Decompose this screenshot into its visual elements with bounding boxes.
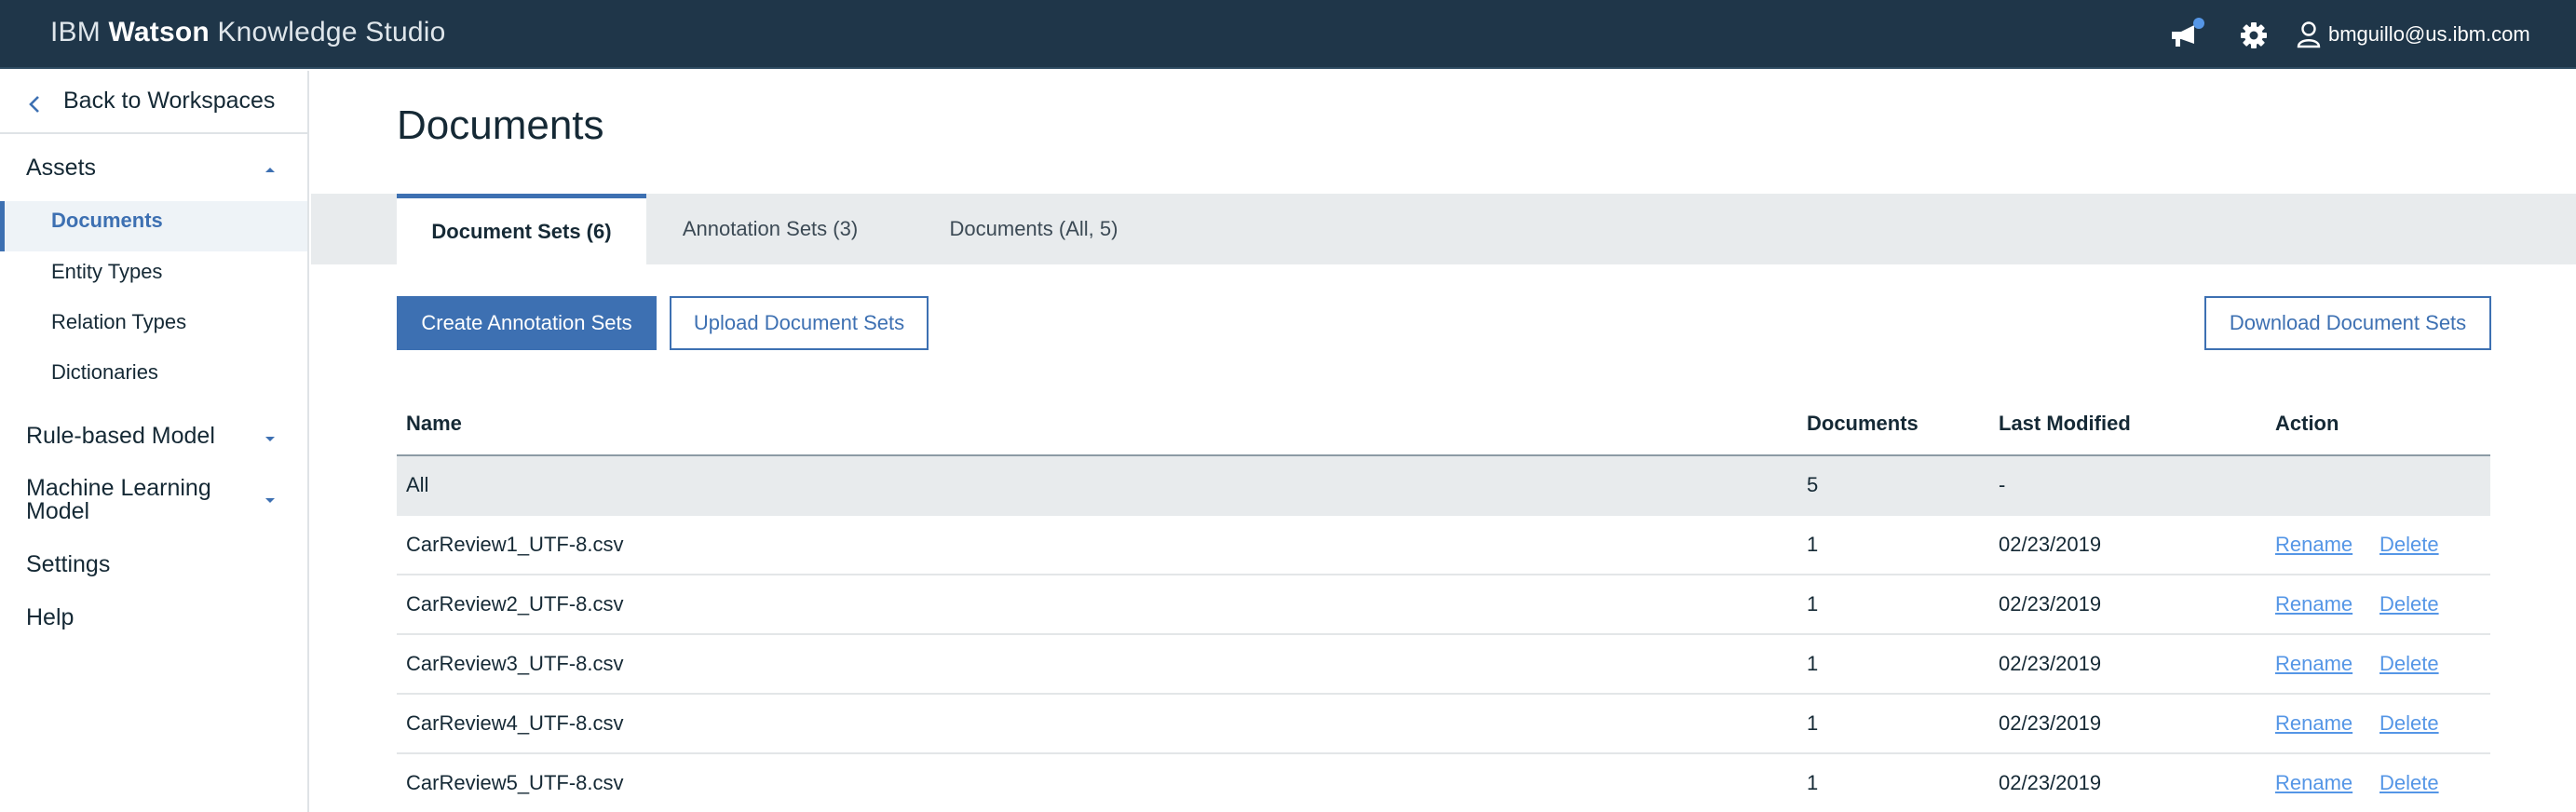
cell-documents: 1 bbox=[1807, 533, 1819, 556]
tab-document-sets[interactable]: Document Sets (6) bbox=[397, 194, 646, 264]
cell-name: CarReview1_UTF-8.csv bbox=[406, 533, 624, 556]
cell-last-modified: - bbox=[1999, 473, 2006, 496]
nav-machine-learning-model[interactable]: Machine Learning Model bbox=[26, 477, 211, 523]
column-name[interactable]: Name bbox=[406, 412, 462, 436]
notification-dot bbox=[2193, 18, 2204, 29]
rename-link[interactable]: Rename bbox=[2275, 652, 2352, 676]
table-row: CarReview2_UTF-8.csv 1 02/23/2019 Rename… bbox=[397, 575, 2490, 635]
back-label: Back to Workspaces bbox=[63, 88, 276, 114]
cell-documents: 1 bbox=[1807, 771, 1819, 794]
tab-bar: Document Sets (6) Annotation Sets (3) Do… bbox=[311, 194, 2576, 264]
page-title: Documents bbox=[397, 102, 604, 148]
sidebar-item-documents[interactable]: Documents bbox=[51, 209, 163, 233]
tab-annotation-sets[interactable]: Annotation Sets (3) bbox=[648, 194, 892, 264]
table-row: CarReview4_UTF-8.csv 1 02/23/2019 Rename… bbox=[397, 695, 2490, 754]
sidebar: Back to Workspaces Assets Documents Enti… bbox=[0, 71, 309, 812]
column-action: Action bbox=[2275, 412, 2339, 435]
create-annotation-sets-button[interactable]: Create Annotation Sets bbox=[397, 296, 657, 350]
megaphone-icon[interactable] bbox=[2168, 17, 2205, 54]
rename-link[interactable]: Rename bbox=[2275, 771, 2352, 795]
sidebar-item-relation-types[interactable]: Relation Types bbox=[51, 310, 186, 334]
delete-link[interactable]: Delete bbox=[2379, 771, 2439, 795]
back-to-workspaces-link[interactable]: Back to Workspaces bbox=[0, 71, 307, 134]
brand-bold: Watson bbox=[108, 17, 210, 47]
nav-rule-based-model[interactable]: Rule-based Model bbox=[26, 423, 215, 450]
rename-link[interactable]: Rename bbox=[2275, 533, 2352, 557]
nav-help[interactable]: Help bbox=[26, 604, 74, 631]
delete-link[interactable]: Delete bbox=[2379, 592, 2439, 616]
cell-name: CarReview2_UTF-8.csv bbox=[406, 592, 624, 616]
column-last-modified[interactable]: Last Modified bbox=[1999, 412, 2131, 436]
brand-prefix: IBM bbox=[50, 17, 101, 47]
cell-name: CarReview5_UTF-8.csv bbox=[406, 771, 624, 794]
delete-link[interactable]: Delete bbox=[2379, 711, 2439, 736]
sidebar-item-dictionaries[interactable]: Dictionaries bbox=[51, 360, 158, 385]
caret-down-icon[interactable] bbox=[264, 436, 276, 443]
cell-last-modified: 02/23/2019 bbox=[1999, 711, 2102, 735]
cell-name: CarReview3_UTF-8.csv bbox=[406, 652, 624, 675]
cell-last-modified: 02/23/2019 bbox=[1999, 652, 2102, 675]
cell-documents: 1 bbox=[1807, 592, 1819, 616]
column-documents[interactable]: Documents bbox=[1807, 412, 1918, 436]
delete-link[interactable]: Delete bbox=[2379, 652, 2439, 676]
download-document-sets-button[interactable]: Download Document Sets bbox=[2204, 296, 2491, 350]
table-header: Name Documents Last Modified Action bbox=[397, 397, 2490, 456]
cell-last-modified: 02/23/2019 bbox=[1999, 592, 2102, 616]
brand-suffix: Knowledge Studio bbox=[217, 17, 446, 47]
cell-name: All bbox=[406, 473, 429, 496]
top-header: IBM Watson Knowledge Studio bmguillo@us.… bbox=[0, 0, 2576, 69]
caret-down-icon[interactable] bbox=[264, 497, 276, 505]
user-email: bmguillo@us.ibm.com bbox=[2328, 22, 2530, 46]
user-menu[interactable]: bmguillo@us.ibm.com bbox=[2297, 19, 2530, 50]
chevron-left-icon bbox=[29, 96, 39, 113]
table-row: CarReview3_UTF-8.csv 1 02/23/2019 Rename… bbox=[397, 635, 2490, 695]
table-row-all[interactable]: All 5 - bbox=[397, 456, 2490, 516]
rename-link[interactable]: Rename bbox=[2275, 592, 2352, 616]
tab-documents-all[interactable]: Documents (All, 5) bbox=[903, 194, 1164, 264]
upload-document-sets-button[interactable]: Upload Document Sets bbox=[670, 296, 929, 350]
nav-ml-label-line2: Model bbox=[26, 498, 90, 524]
cell-last-modified: 02/23/2019 bbox=[1999, 533, 2102, 556]
cell-name: CarReview4_UTF-8.csv bbox=[406, 711, 624, 735]
nav-rule-based-label: Rule-based Model bbox=[26, 423, 215, 449]
delete-link[interactable]: Delete bbox=[2379, 533, 2439, 557]
caret-up-icon[interactable] bbox=[264, 166, 276, 173]
nav-assets-label: Assets bbox=[26, 155, 97, 181]
rename-link[interactable]: Rename bbox=[2275, 711, 2352, 736]
nav-settings[interactable]: Settings bbox=[26, 551, 110, 578]
nav-assets[interactable]: Assets bbox=[26, 155, 96, 182]
sidebar-item-entity-types[interactable]: Entity Types bbox=[51, 260, 162, 284]
cell-documents: 5 bbox=[1807, 473, 1819, 496]
table-row: CarReview5_UTF-8.csv 1 02/23/2019 Rename… bbox=[397, 754, 2490, 812]
cell-documents: 1 bbox=[1807, 711, 1819, 735]
cell-last-modified: 02/23/2019 bbox=[1999, 771, 2102, 794]
user-icon bbox=[2297, 21, 2321, 48]
gear-icon[interactable] bbox=[2235, 17, 2272, 54]
app-brand[interactable]: IBM Watson Knowledge Studio bbox=[50, 17, 446, 48]
table-row: CarReview1_UTF-8.csv 1 02/23/2019 Rename… bbox=[397, 516, 2490, 575]
cell-documents: 1 bbox=[1807, 652, 1819, 675]
nav-ml-label-line1: Machine Learning bbox=[26, 475, 211, 501]
